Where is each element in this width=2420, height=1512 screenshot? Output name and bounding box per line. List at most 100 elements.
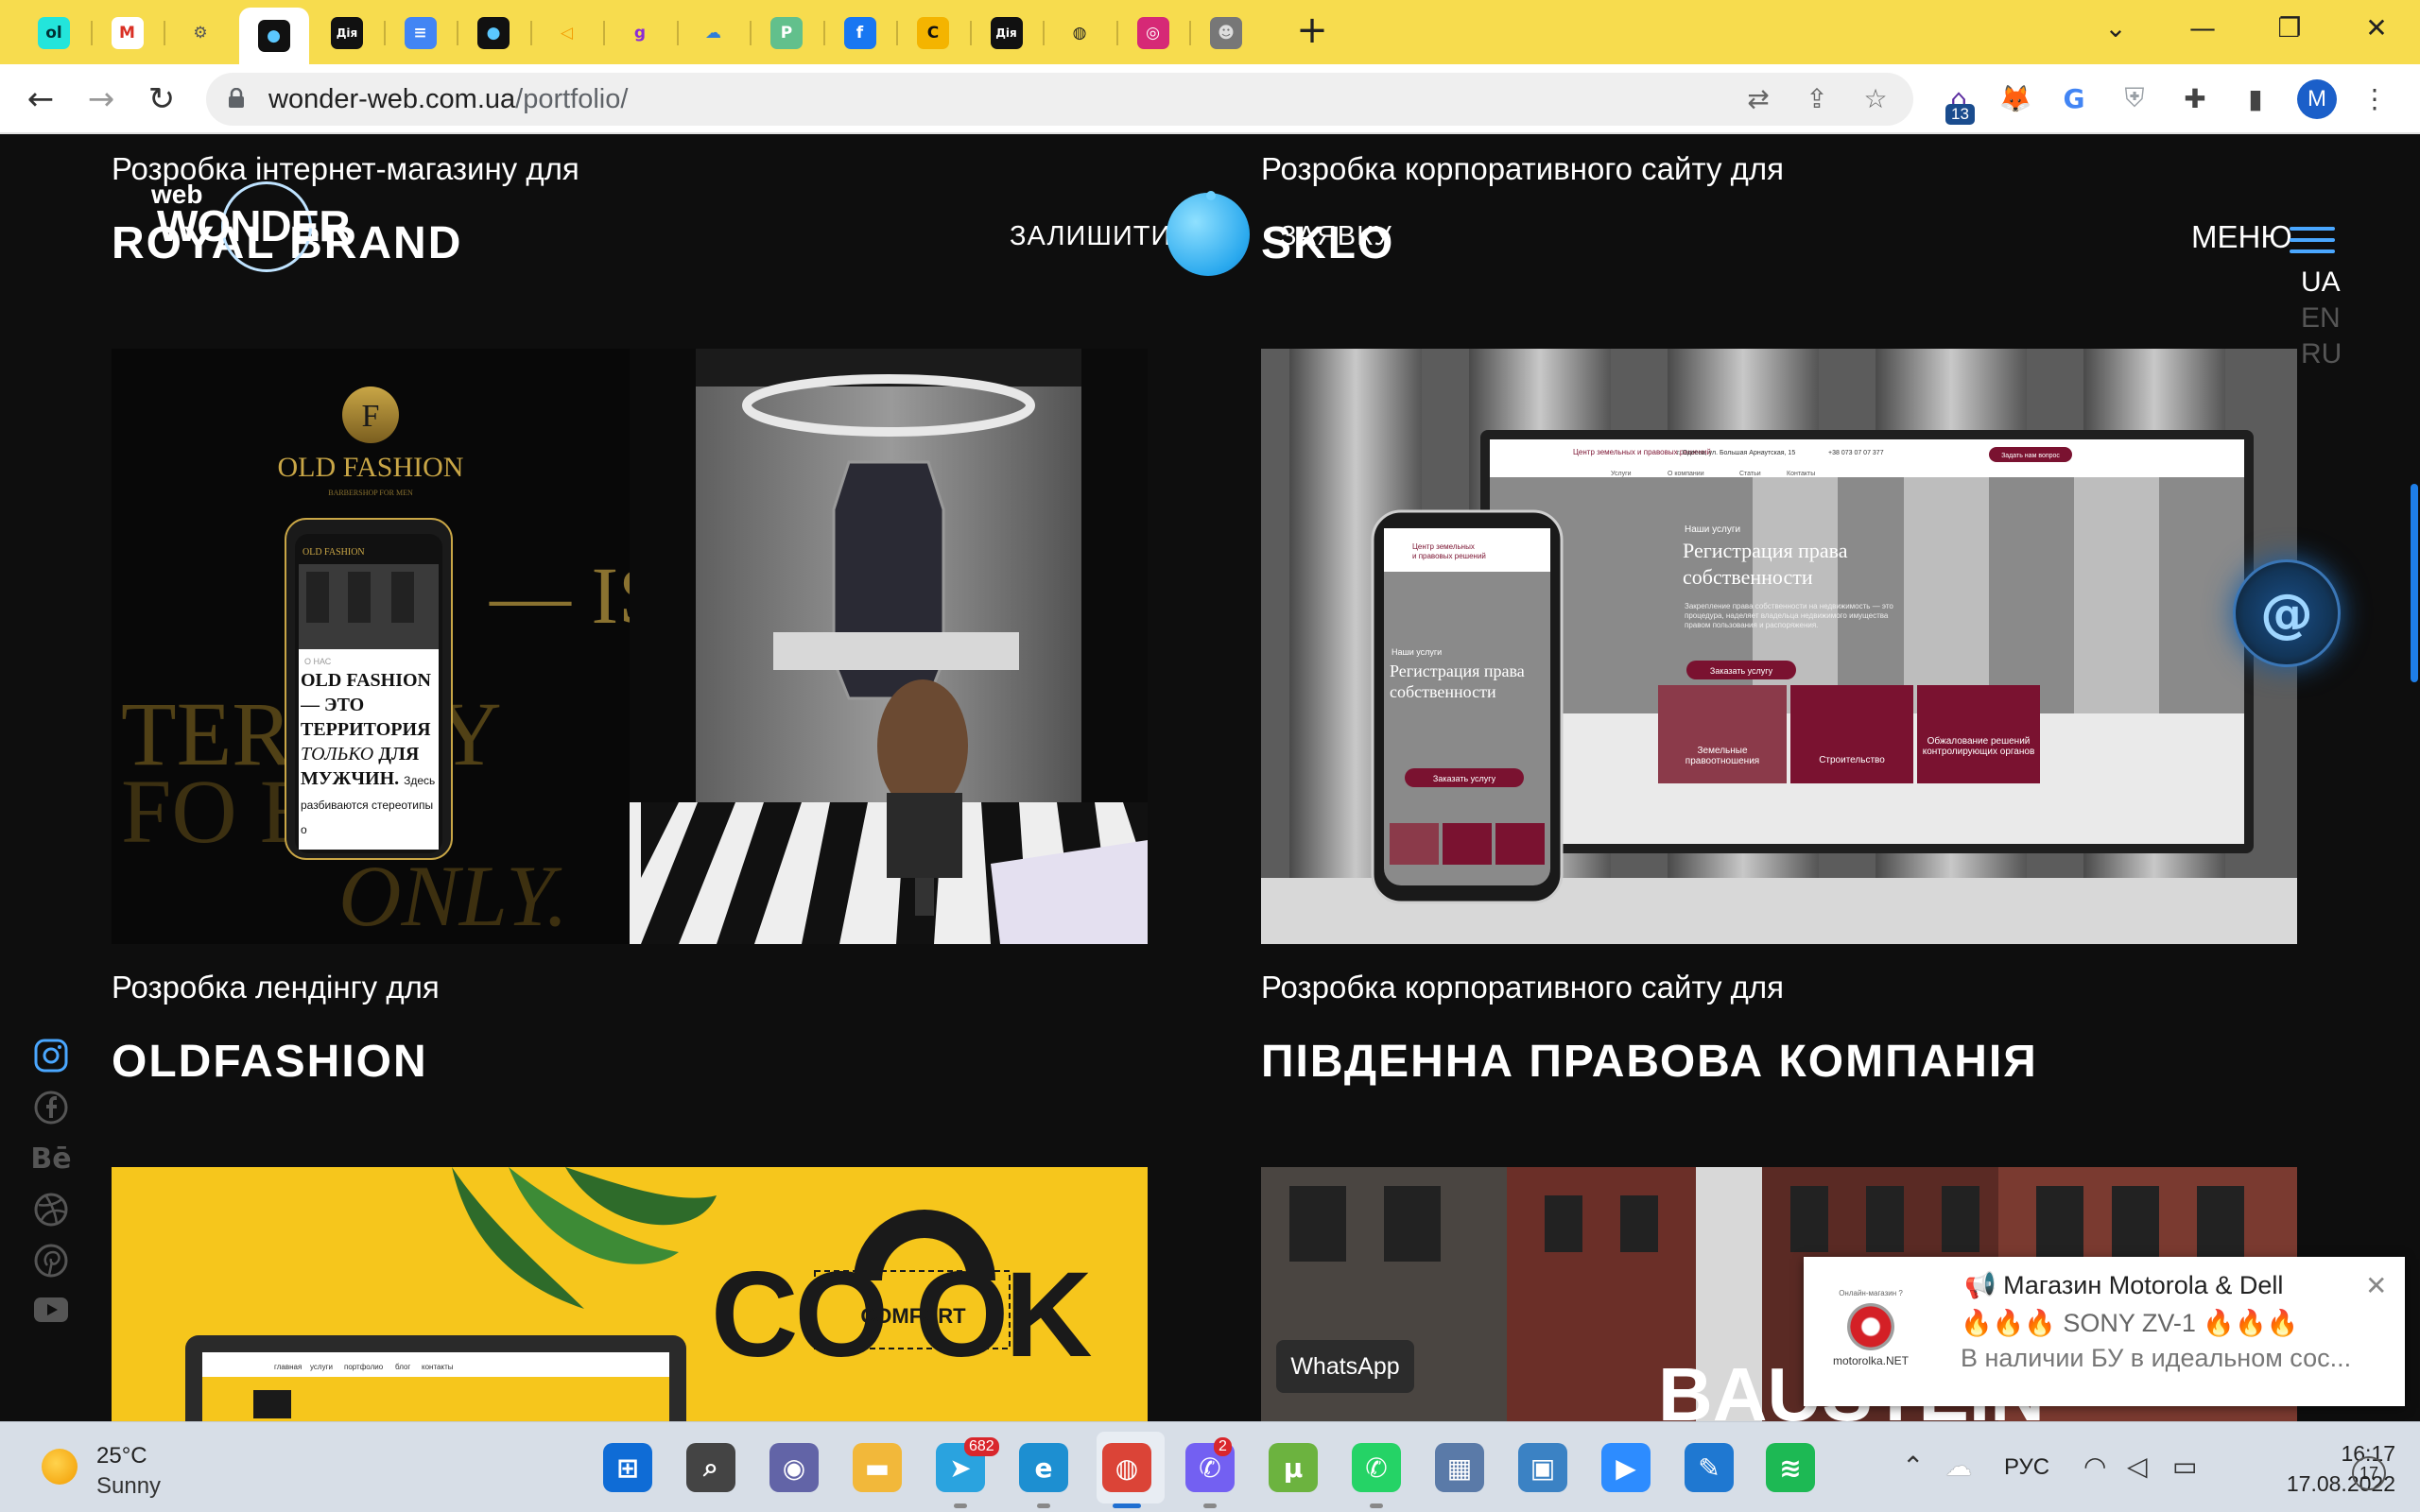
address-bar[interactable]: wonder-web.com.ua/portfolio/ ⇄ ⇪ ☆: [206, 73, 1913, 126]
share-icon[interactable]: ⇪: [1800, 82, 1834, 116]
browser-tab[interactable]: ◍: [1046, 9, 1113, 57]
tool-icon[interactable]: ✎: [1685, 1443, 1734, 1492]
forward-button[interactable]: →: [79, 77, 123, 121]
svg-text:главная: главная: [274, 1363, 302, 1371]
bookmark-star-icon[interactable]: ☆: [1858, 82, 1893, 116]
whatsapp-icon[interactable]: ✆: [1352, 1443, 1401, 1492]
reload-button[interactable]: ↻: [140, 77, 183, 121]
notification-close-icon[interactable]: ✕: [2365, 1270, 2387, 1301]
browser-tab[interactable]: ⚙: [167, 9, 233, 57]
control-panel-icon[interactable]: ▣: [1518, 1443, 1567, 1492]
tab-separator: [676, 21, 679, 45]
contact-at-button[interactable]: @: [2233, 559, 2341, 667]
notification-center-count[interactable]: 17: [2352, 1456, 2386, 1490]
google-translate-extension-icon[interactable]: G: [2053, 77, 2095, 119]
avatar-tab-icon: ☻: [1210, 17, 1242, 49]
menu-label[interactable]: МЕНЮ: [2191, 219, 2292, 255]
running-indicator: [1037, 1503, 1050, 1508]
url-text[interactable]: wonder-web.com.ua/portfolio/: [268, 84, 628, 115]
lang-ru[interactable]: RU: [2301, 338, 2342, 370]
browser-tab[interactable]: g: [607, 9, 673, 57]
browser-tab[interactable]: Дія: [314, 9, 380, 57]
dribbble-icon[interactable]: [32, 1191, 70, 1228]
facebook-icon: f: [843, 17, 876, 49]
teams-chat-icon[interactable]: ◉: [769, 1443, 819, 1492]
browser-tab[interactable]: ☻: [1193, 9, 1259, 57]
chrome-icon[interactable]: ◍: [1102, 1443, 1151, 1492]
lock-icon[interactable]: [227, 88, 246, 109]
onedrive-cloud-icon[interactable]: ☁: [1945, 1451, 1972, 1482]
browser-tab[interactable]: P: [753, 9, 820, 57]
tray-chevron-icon[interactable]: ⌃: [1902, 1451, 1924, 1482]
hamburger-icon[interactable]: [2290, 227, 2335, 253]
restore-button[interactable]: ❐: [2261, 9, 2318, 47]
leave-request-link[interactable]: ЗАЛИШИТИ: [1010, 221, 1171, 252]
file-explorer-icon[interactable]: ▬: [853, 1443, 902, 1492]
tab-separator: [383, 21, 386, 45]
lang-ua[interactable]: UA: [2301, 266, 2341, 299]
battery-icon[interactable]: ▭: [2172, 1451, 2197, 1482]
svg-text:Статьи: Статьи: [1739, 471, 1761, 477]
youtube-icon[interactable]: [32, 1291, 70, 1329]
browser-tab[interactable]: Дія: [974, 9, 1040, 57]
side-panel-icon[interactable]: ▮: [2235, 77, 2276, 119]
pinterest-icon[interactable]: [32, 1242, 70, 1280]
minimize-button[interactable]: —: [2174, 9, 2231, 47]
browser-tab[interactable]: ◎: [1120, 9, 1186, 57]
project-image-legal[interactable]: Центр земельных и правовых решений г. Од…: [1261, 349, 2297, 944]
extensions-puzzle-icon[interactable]: ✚: [2174, 77, 2216, 119]
back-button[interactable]: ←: [19, 77, 62, 121]
motorola-logo-icon: [1847, 1303, 1894, 1350]
lang-en[interactable]: EN: [2301, 302, 2341, 335]
svg-text:Услуги: Услуги: [1611, 471, 1632, 477]
profile-avatar[interactable]: M: [2297, 79, 2337, 119]
calculator-icon[interactable]: ▦: [1435, 1443, 1484, 1492]
browser-tab[interactable]: C: [900, 9, 966, 57]
notification-line-2: В наличии БУ в идеальном сос...: [1961, 1344, 2352, 1372]
browser-tab[interactable]: ☁: [681, 9, 747, 57]
request-circle-button[interactable]: [1167, 193, 1250, 276]
input-language[interactable]: РУС: [2004, 1454, 2049, 1481]
translate-icon[interactable]: ⇄: [1741, 82, 1775, 116]
weather-temperature[interactable]: 25°C: [96, 1443, 147, 1469]
browser-menu-icon[interactable]: ⋮: [2354, 77, 2395, 119]
weather-condition[interactable]: Sunny: [96, 1473, 161, 1500]
project-title[interactable]: OLDFASHION: [112, 1036, 428, 1088]
browser-tab[interactable]: ≡: [388, 9, 454, 57]
globe-icon: ◍: [1063, 17, 1096, 49]
project-title[interactable]: ПІВДЕННА ПРАВОВА КОМПАНІЯ: [1261, 1036, 2038, 1088]
site-logo[interactable]: web WONDER: [151, 180, 388, 272]
metamask-fox-icon[interactable]: 🦊: [1995, 77, 2036, 119]
scrollbar-thumb[interactable]: [2411, 484, 2418, 682]
browser-toolbar: ← → ↻ wonder-web.com.ua/portfolio/ ⇄ ⇪ ☆…: [0, 64, 2420, 134]
project-image-oldfashion[interactable]: F OLD FASHION BARBERSHOP FOR MEN FO EN T…: [112, 349, 1148, 944]
new-tab-button[interactable]: +: [1291, 11, 1333, 53]
tab-search-chevron-icon[interactable]: ⌄: [2087, 9, 2144, 47]
volume-icon[interactable]: ◁: [2127, 1451, 2148, 1482]
utorrent-icon[interactable]: µ: [1269, 1443, 1318, 1492]
zoom-icon[interactable]: ▶: [1601, 1443, 1651, 1492]
browser-tab[interactable]: ●: [460, 9, 527, 57]
project-image-comfort[interactable]: CO OK COMFORT главная услуги портфолио б…: [112, 1167, 1148, 1421]
wifi-icon[interactable]: ◠: [2083, 1451, 2106, 1482]
browser-tab[interactable]: ol: [21, 9, 87, 57]
start-icon[interactable]: ⊞: [603, 1443, 652, 1492]
spotify-icon[interactable]: ≋: [1766, 1443, 1815, 1492]
browser-tab[interactable]: f: [827, 9, 893, 57]
behance-icon[interactable]: Bē: [30, 1140, 71, 1177]
svg-text:Заказать услугу: Заказать услугу: [1433, 774, 1496, 783]
facebook-icon[interactable]: [32, 1089, 70, 1126]
request-label[interactable]: ЗАЯВКУ: [1280, 221, 1392, 252]
close-window-button[interactable]: ✕: [2348, 9, 2405, 47]
search-icon[interactable]: ⌕: [686, 1443, 735, 1492]
browser-tab[interactable]: ◁: [534, 9, 600, 57]
shield-extension-icon[interactable]: ⛨: [2114, 77, 2155, 119]
edge-icon[interactable]: e: [1019, 1443, 1068, 1492]
push-notification[interactable]: Онлайн-магазин ? motorolka.NET 📢 Магазин…: [1804, 1257, 2405, 1406]
svg-text:Центр земельных: Центр земельных: [1412, 542, 1475, 551]
instagram-icon[interactable]: [32, 1037, 70, 1074]
tab-separator: [603, 21, 605, 45]
sun-icon[interactable]: [42, 1449, 78, 1485]
browser-tab[interactable]: M: [95, 9, 161, 57]
browser-tab[interactable]: ●: [238, 8, 309, 64]
